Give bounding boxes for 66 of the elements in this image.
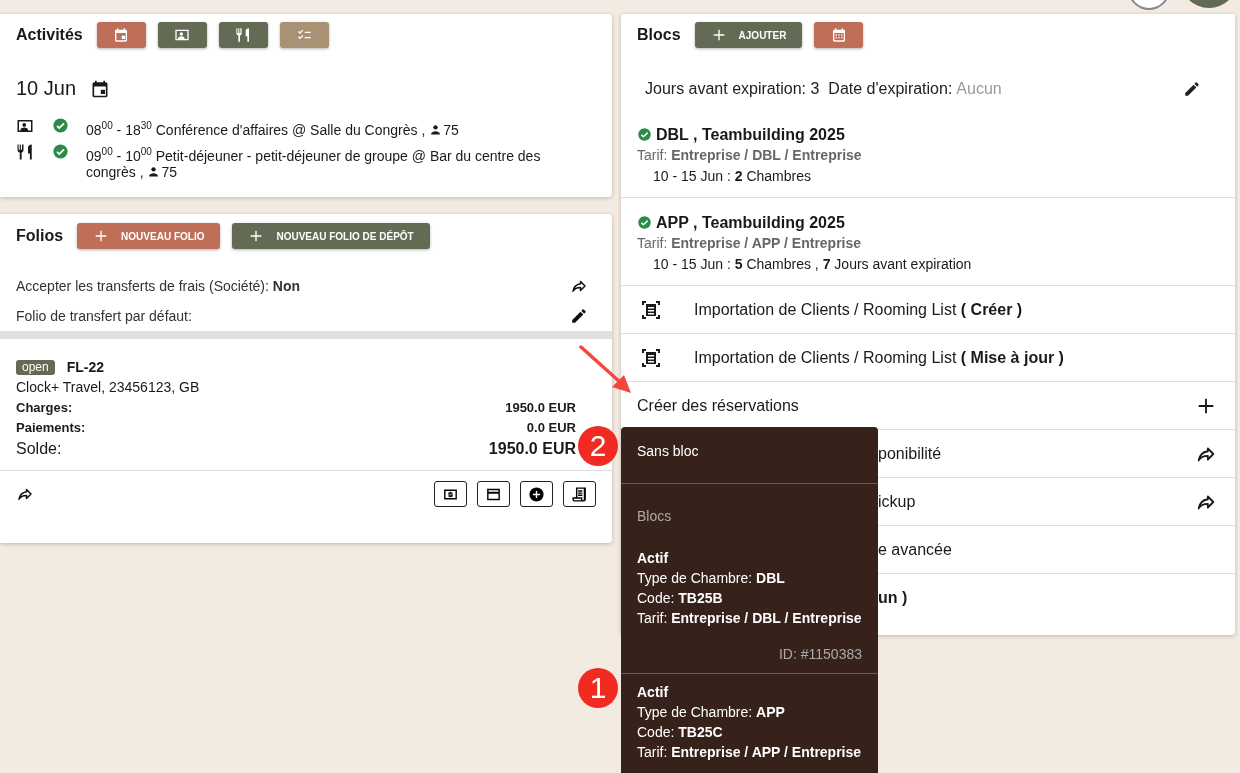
- calendar-icon: [830, 27, 847, 43]
- amount-value: 0.0 EUR: [526, 420, 576, 435]
- block-title: APP , Teambuilding 2025: [656, 213, 845, 233]
- calendar-icon[interactable]: [90, 78, 111, 99]
- date-heading: 10 Jun: [16, 77, 77, 100]
- edit-icon[interactable]: [570, 307, 588, 325]
- plus-circle-icon: [528, 485, 545, 503]
- setting-text: Accepter les transferts de frais (Société): Non: [16, 278, 300, 294]
- block-detail: Type de Chambre: APP: [637, 703, 786, 722]
- block-detail: Tarif: Entreprise / APP / Entreprise: [637, 743, 862, 762]
- add-button[interactable]: AJOUTER: [694, 22, 803, 48]
- amount-label: Charges:: [16, 400, 73, 415]
- plus-circle-button[interactable]: [520, 481, 553, 507]
- rate-text: Tarif: Entreprise / APP / Entreprise: [637, 234, 863, 253]
- guest-count: 75: [443, 121, 459, 138]
- receipt-icon: [571, 485, 588, 503]
- guest-count: 75: [161, 164, 178, 181]
- menu-item[interactable]: Actif Type de Chambre: APP Code: TB25C Tarif: Entreprise / APP / Entreprise: [621, 674, 878, 762]
- person-icon: [147, 165, 161, 179]
- card-title: Activités: [16, 26, 83, 44]
- block-id: ID: #1150383: [621, 644, 878, 674]
- action-row[interactable]: Importation de Clients / Rooming List ( Mise à jour ): [621, 334, 1235, 382]
- amount-value: 1950.0 EUR: [505, 400, 576, 415]
- expiry-days: Jours avant expiration: 3: [645, 80, 820, 98]
- filter-button[interactable]: [218, 22, 268, 48]
- credit-card-button[interactable]: [477, 481, 510, 507]
- expiry-date-label: Date d'expiration:: [828, 80, 953, 98]
- dates-text: 10 - 15 Jun : 5 Chambres , 7 Jours avant expiration: [652, 255, 973, 274]
- event-text: 09$^{00}$ - 10$^{00}$ Petit-déjeuner - petit-déjeuner de groupe @ Bar du centre des congrès , 75: [86, 144, 542, 182]
- amount-label: Solde:: [16, 440, 62, 458]
- rate-text: Tarif: Entreprise / DBL / Entreprise: [637, 146, 863, 165]
- client-text: Clock+ Travel, 23456123, GB: [16, 379, 201, 395]
- block-detail: Code: TB25B: [637, 589, 724, 608]
- new-folio-button[interactable]: NOUVEAU FOLIO DE DÉPÔT: [232, 223, 430, 249]
- presentation-icon: [16, 117, 34, 135]
- block-detail: Tarif: Entreprise / DBL / Entreprise: [637, 609, 862, 628]
- calendar-button[interactable]: [814, 22, 864, 48]
- edit-icon[interactable]: [1183, 80, 1201, 98]
- block-status: Actif: [637, 683, 670, 702]
- calendar-icon: [113, 27, 130, 43]
- action-row[interactable]: Importation de Clients / Rooming List ( Créer ): [621, 286, 1235, 334]
- step-number: 1: [578, 668, 618, 708]
- presentation-icon: [174, 27, 191, 43]
- receipt-button[interactable]: [563, 481, 596, 507]
- setting-text: Folio de transfert par défaut:: [16, 308, 192, 324]
- block-status: Actif: [637, 549, 670, 568]
- amount-value: 1950.0 EUR: [488, 440, 576, 458]
- event-text: 08$^{00}$ - 18$^{30}$ Conférence d'affaires @ Salle du Congrès , 75: [86, 119, 460, 139]
- card-title: Blocs: [637, 26, 681, 44]
- folio-number: FL-22: [66, 359, 105, 375]
- fork-knife-icon: [16, 142, 34, 161]
- money-button[interactable]: [434, 481, 467, 507]
- expiry-date: Aucun: [956, 80, 1002, 98]
- dates-text: 10 - 15 Jun : 2 Chambres: [652, 167, 812, 186]
- card-title: Folios: [16, 227, 64, 245]
- annotation-arrow: [579, 345, 633, 395]
- block-title: DBL , Teambuilding 2025: [656, 125, 845, 145]
- menu-section-header: Blocs: [636, 507, 673, 526]
- fork-knife-icon: [235, 27, 252, 43]
- block-detail: Code: TB25C: [637, 723, 724, 742]
- status-badge: open: [16, 359, 55, 375]
- filter-button[interactable]: [157, 22, 207, 48]
- new-folio-button[interactable]: NOUVEAU FOLIO: [77, 223, 221, 249]
- person-icon: [429, 122, 443, 136]
- filter-button[interactable]: [96, 22, 146, 48]
- amount-label: Paiements:: [16, 420, 86, 435]
